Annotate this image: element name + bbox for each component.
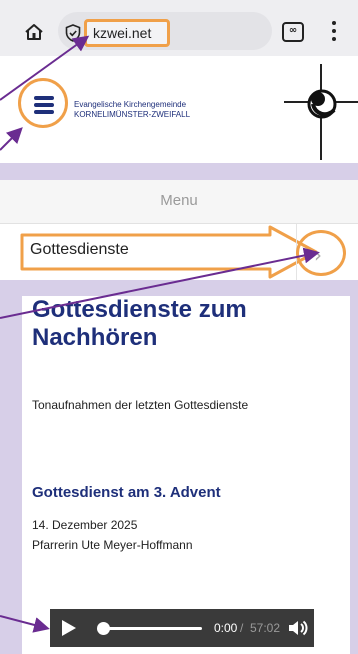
time-current: 0:00 <box>214 621 238 635</box>
browser-toolbar: kzwei.net ∞ <box>0 0 358 56</box>
screenshot-panel-header: kzwei.net ∞ Evangelische Kirchengemeinde… <box>0 0 358 163</box>
more-vertical-icon[interactable] <box>330 20 338 42</box>
chevron-right-icon[interactable]: › <box>314 243 322 267</box>
org-name-line-2: KORNELIMÜNSTER-ZWEIFALL <box>74 110 191 119</box>
screenshot-panel-menu: Menu Gottesdienste › <box>0 180 358 280</box>
screenshot-panel-content: Gottesdienste zum Nachhören Tonaufnahmen… <box>22 296 350 654</box>
menu-header: Menu <box>0 180 358 224</box>
tabs-count: ∞ <box>288 25 298 36</box>
sermon-title: Gottesdienst am 3. Advent <box>32 484 221 501</box>
sermon-date: 14. Dezember 2025 <box>32 518 138 532</box>
progress-thumb[interactable] <box>97 622 110 635</box>
org-name-line-1: Evangelische Kirchengemeinde <box>74 100 187 109</box>
audio-player: 0:00 / 57:02 <box>50 609 314 647</box>
time-duration: 57:02 <box>250 621 281 635</box>
tabs-button[interactable]: ∞ <box>282 22 304 42</box>
page-title: Gottesdienste zum Nachhören <box>32 296 247 351</box>
menu-item-gottesdienste[interactable]: Gottesdienste › <box>0 224 358 280</box>
progress-slider[interactable] <box>97 622 202 635</box>
menu-item-label: Gottesdienste <box>30 241 129 258</box>
chevron-highlight-circle: › <box>296 230 346 276</box>
shield-icon[interactable] <box>65 24 81 42</box>
sermon-speaker: Pfarrerin Ute Meyer-Hoffmann <box>32 538 193 552</box>
time-separator: / <box>240 621 244 635</box>
url-text: kzwei.net <box>93 25 152 41</box>
hamburger-highlight-circle <box>18 78 68 128</box>
page-intro: Tonaufnahmen der letzten Gottesdienste <box>32 398 249 412</box>
site-header: Evangelische Kirchengemeinde KORNELIMÜNS… <box>0 58 358 163</box>
play-icon[interactable] <box>62 620 76 636</box>
menu-title: Menu <box>160 192 198 209</box>
volume-icon[interactable] <box>288 619 308 637</box>
url-highlight[interactable]: kzwei.net <box>84 19 170 47</box>
home-icon[interactable] <box>24 22 44 42</box>
church-logo-icon[interactable] <box>284 64 358 160</box>
hamburger-menu-icon[interactable] <box>34 96 54 114</box>
